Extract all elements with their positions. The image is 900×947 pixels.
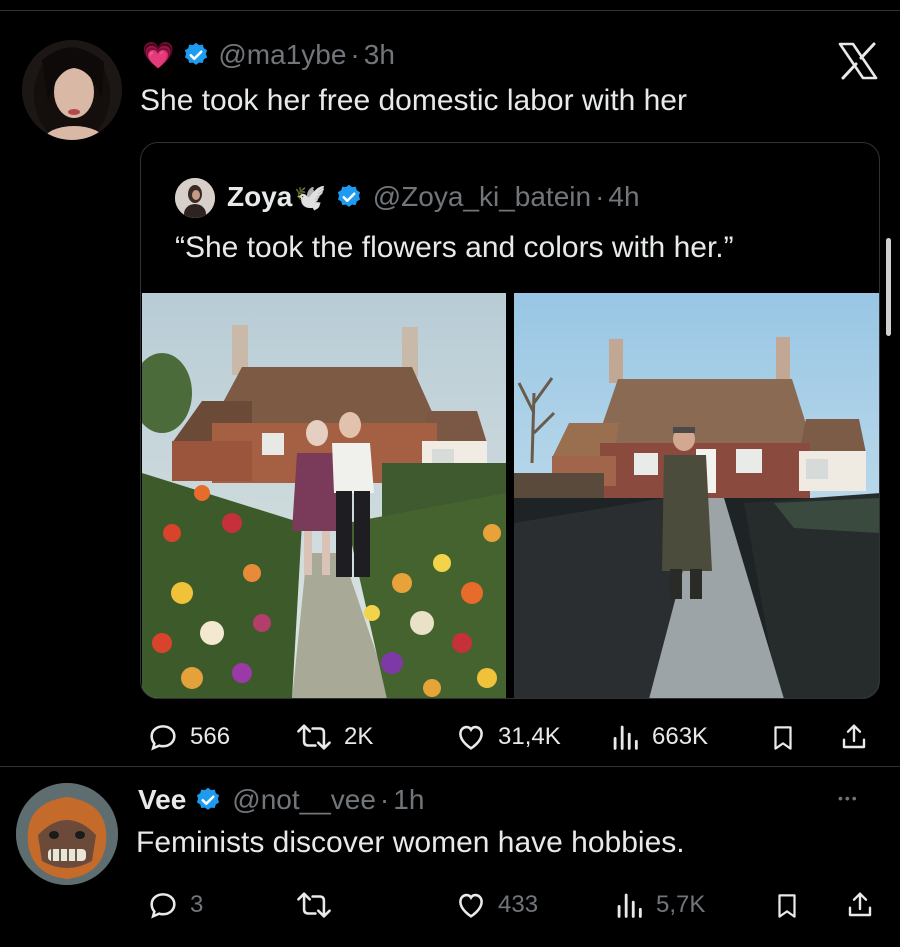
retweet-count: 2K <box>344 723 374 750</box>
tweet-divider <box>0 766 900 767</box>
garden-photo-illustration <box>142 293 506 698</box>
photo-couple-garden[interactable] <box>142 293 506 698</box>
top-divider <box>0 10 900 11</box>
photo-man-bare-garden[interactable] <box>514 293 879 698</box>
reply-author-avatar[interactable] <box>16 783 118 885</box>
retweet-icon <box>297 724 331 750</box>
reply-time[interactable]: 1h <box>393 784 424 816</box>
gorilla-avatar <box>16 783 118 885</box>
author-avatar[interactable] <box>22 40 122 140</box>
heart-emoji: 💗 <box>142 39 175 70</box>
avatar-portrait <box>22 40 122 140</box>
author-handle[interactable]: @ma1ybe <box>218 39 346 71</box>
x-logo-icon[interactable] <box>838 42 878 85</box>
bare-garden-photo-illustration <box>514 293 879 698</box>
quote-author-handle[interactable]: @Zoya_ki_batein <box>373 181 591 213</box>
quote-author-name[interactable]: Zoya <box>227 181 292 213</box>
reply-retweet-button[interactable] <box>294 888 344 922</box>
like-count: 31,4K <box>498 723 561 750</box>
quote-time[interactable]: 4h <box>608 181 639 213</box>
quoted-tweet-card[interactable]: Zoya 🕊️ @Zoya_ki_batein · 4h “She took t… <box>140 142 880 699</box>
heart-icon <box>459 725 483 750</box>
quote-header: Zoya 🕊️ @Zoya_ki_batein · 4h <box>227 179 640 215</box>
reply-button[interactable]: 566 <box>146 720 230 754</box>
dot-separator: · <box>595 181 605 212</box>
dove-emoji: 🕊️ <box>294 181 327 212</box>
reply-icon <box>150 893 176 919</box>
reply-share-button[interactable] <box>844 888 876 927</box>
reply-like-button[interactable]: 433 <box>454 888 538 922</box>
heart-icon <box>459 893 483 918</box>
reply-header: Vee @not__vee · 1h <box>138 782 424 818</box>
bookmark-button[interactable] <box>768 722 798 759</box>
retweet-button[interactable]: 2K <box>294 720 373 754</box>
reply-bookmark-button[interactable] <box>772 890 802 927</box>
share-icon <box>842 724 866 749</box>
tweet-text: She took her free domestic labor with he… <box>140 84 687 117</box>
dot-separator: · <box>350 39 360 70</box>
quote-avatar-portrait <box>175 178 215 218</box>
dot-separator: · <box>379 784 390 815</box>
quote-author-avatar[interactable] <box>175 178 215 218</box>
verified-badge-icon <box>197 787 220 810</box>
reply-views-button[interactable]: 5,7K <box>612 888 705 922</box>
reply-icon <box>150 725 176 751</box>
reply-count: 566 <box>190 723 231 750</box>
analytics-icon <box>613 725 638 750</box>
reply-like-count: 433 <box>498 891 539 918</box>
views-button[interactable]: 663K <box>608 720 708 754</box>
retweet-icon <box>297 892 331 918</box>
analytics-icon <box>617 893 642 918</box>
reply-author-handle[interactable]: @not__vee <box>232 784 376 816</box>
view-count: 663K <box>652 723 709 750</box>
like-button[interactable]: 31,4K <box>454 720 561 754</box>
bookmark-icon <box>778 894 796 918</box>
bookmark-icon <box>774 726 792 750</box>
quote-text: “She took the flowers and colors with he… <box>175 231 734 264</box>
reply-text: Feminists discover women have hobbies. <box>136 826 685 859</box>
tweet-time[interactable]: 3h <box>364 39 395 71</box>
scrollbar-thumb[interactable] <box>886 238 891 336</box>
reply-view-count: 5,7K <box>656 891 706 918</box>
verified-badge-icon <box>337 184 360 207</box>
reply-reply-button[interactable]: 3 <box>146 888 203 922</box>
verified-badge-icon <box>185 42 208 65</box>
share-button[interactable] <box>838 720 870 759</box>
tweet-header: 💗 @ma1ybe · 3h <box>142 36 395 74</box>
share-icon <box>848 892 872 917</box>
reply-author-name[interactable]: Vee <box>138 784 186 816</box>
reply-reply-count: 3 <box>190 891 204 918</box>
more-options-button[interactable]: ••• <box>838 790 859 806</box>
